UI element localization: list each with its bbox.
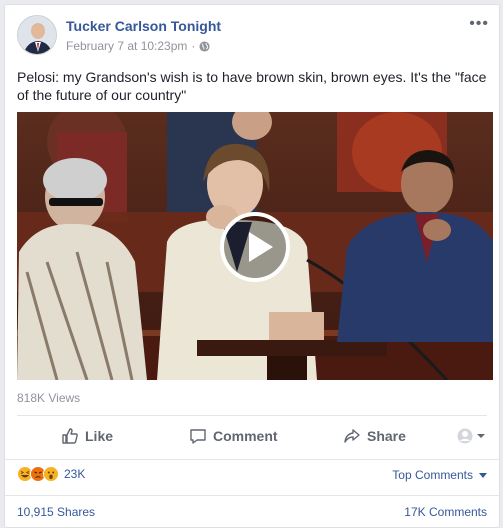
- play-icon[interactable]: [220, 212, 290, 282]
- share-label: Share: [367, 428, 406, 444]
- share-icon: [344, 429, 360, 443]
- wow-icon: [43, 466, 59, 482]
- post-card: Tucker Carlson Tonight February 7 at 10:…: [4, 4, 500, 528]
- comment-label: Comment: [213, 428, 278, 444]
- comment-icon: [190, 429, 206, 444]
- comments-count-link[interactable]: 17K Comments: [404, 505, 487, 519]
- chevron-down-icon: [479, 472, 487, 478]
- post-meta: February 7 at 10:23pm ·: [66, 39, 210, 53]
- thumbs-up-icon: [62, 428, 78, 444]
- post-header: Tucker Carlson Tonight February 7 at 10:…: [17, 15, 489, 59]
- video-views: 818K Views: [17, 391, 81, 405]
- like-button[interactable]: Like: [61, 427, 113, 445]
- divider: [5, 495, 499, 496]
- page-avatar[interactable]: [17, 15, 57, 55]
- audience-selector[interactable]: [457, 428, 487, 444]
- globe-icon[interactable]: [199, 40, 210, 52]
- divider: [17, 415, 487, 416]
- top-comments-dropdown[interactable]: Top Comments: [392, 468, 487, 482]
- action-bar: Like Comment Share: [17, 417, 487, 455]
- like-label: Like: [85, 428, 114, 444]
- reaction-count[interactable]: 23K: [64, 467, 85, 481]
- comment-button[interactable]: Comment: [189, 427, 278, 445]
- profile-chevron-icon: [457, 428, 485, 444]
- video-player[interactable]: [17, 112, 493, 380]
- top-comments-label: Top Comments: [392, 468, 473, 482]
- post-timestamp[interactable]: February 7 at 10:23pm: [66, 39, 187, 53]
- divider: [5, 459, 499, 460]
- meta-separator: ·: [191, 39, 196, 53]
- share-button[interactable]: Share: [343, 427, 406, 445]
- more-options-icon[interactable]: •••: [469, 16, 489, 32]
- shares-count-link[interactable]: 10,915 Shares: [17, 505, 95, 519]
- post-text: Pelosi: my Grandson's wish is to have br…: [17, 69, 487, 103]
- reactions-summary[interactable]: 23K: [17, 464, 85, 484]
- page-name-link[interactable]: Tucker Carlson Tonight: [66, 18, 221, 34]
- avatar-image: [18, 16, 56, 54]
